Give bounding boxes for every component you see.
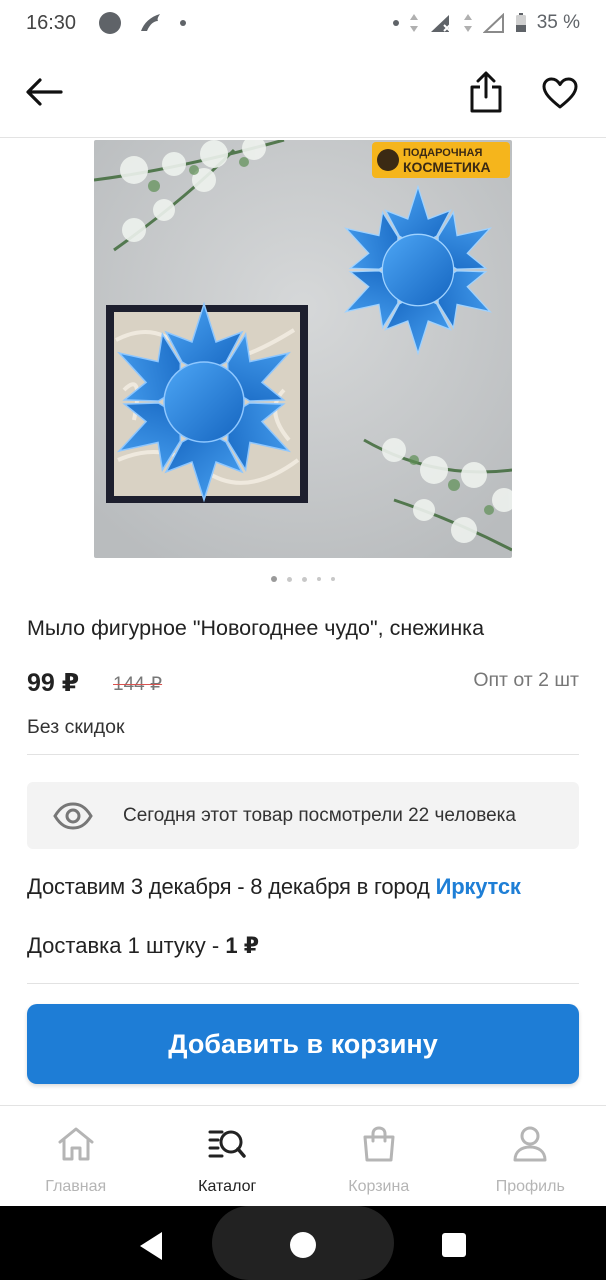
delivery-dates-text: Доставим 3 декабря - 8 декабря в город (27, 874, 436, 899)
nav-label-profile: Профиль (495, 1178, 565, 1195)
price-row: 99 ₽ 144 ₽ Опт от 2 шт (27, 668, 579, 700)
nav-item-catalog[interactable]: Каталог (152, 1106, 304, 1206)
add-to-cart-button[interactable]: Добавить в корзину (27, 1004, 579, 1084)
data-arrows-icon-2 (463, 14, 472, 32)
carousel-dot (331, 577, 335, 581)
system-home-icon[interactable] (290, 1232, 316, 1258)
eye-icon (53, 796, 93, 836)
image-carousel-indicator (0, 576, 606, 582)
views-text: Сегодня этот товар посмотрели 22 человек… (123, 804, 516, 826)
share-button[interactable] (462, 68, 510, 116)
nav-label-home: Главная (45, 1178, 107, 1195)
delivery-cost-label: Доставка 1 штуку - (27, 933, 226, 958)
views-info-box: Сегодня этот товар посмотрели 22 человек… (27, 782, 579, 849)
user-icon (510, 1124, 550, 1164)
home-icon (56, 1124, 96, 1164)
system-recents-icon[interactable] (442, 1233, 466, 1257)
delivery-cost-value: 1 ₽ (225, 933, 259, 958)
nav-label-catalog: Каталог (198, 1178, 257, 1195)
status-time: 16:30 (26, 11, 77, 34)
dolphin-app-icon (141, 14, 161, 31)
status-dot-icon (392, 20, 399, 26)
product-title: Мыло фигурное "Новогоднее чудо", снежинк… (27, 616, 485, 640)
notification-circle-icon (99, 12, 122, 34)
signal-empty-icon (482, 13, 504, 33)
system-back-icon[interactable] (134, 1228, 170, 1264)
share-icon (470, 71, 502, 113)
current-price: 99 ₽ (27, 669, 80, 697)
nav-item-home[interactable]: Главная (0, 1106, 152, 1206)
divider (27, 754, 579, 755)
delivery-cost: Доставка 1 штуку - 1 ₽ (27, 933, 259, 959)
carousel-dot (302, 576, 307, 582)
shopping-bag-icon (359, 1124, 399, 1164)
carousel-dot (317, 577, 321, 581)
carousel-dot (271, 576, 277, 582)
status-bar: 16:30 35 % (0, 0, 606, 46)
battery-icon (515, 13, 526, 32)
back-button[interactable] (22, 72, 66, 112)
badge-line1: ПОДАРОЧНАЯ (403, 147, 482, 159)
carousel-dot (287, 576, 292, 582)
product-image[interactable]: ПОДАРОЧНАЯ КОСМЕТИКА (94, 140, 512, 558)
data-arrows-icon (409, 14, 418, 32)
app-bar (0, 46, 606, 138)
wholesale-note: Опт от 2 шт (473, 669, 579, 691)
brand-badge: ПОДАРОЧНАЯ КОСМЕТИКА (372, 142, 510, 178)
catalog-search-icon (207, 1124, 247, 1164)
arrow-left-icon (26, 78, 63, 106)
nav-label-cart: Корзина (348, 1178, 410, 1195)
favorite-button[interactable] (536, 70, 584, 116)
divider (27, 983, 579, 984)
product-photo: ПОДАРОЧНАЯ КОСМЕТИКА (94, 140, 512, 558)
nav-item-cart[interactable]: Корзина (303, 1106, 455, 1206)
badge-line2: КОСМЕТИКА (403, 159, 491, 175)
system-status-icons: 35 % (392, 12, 580, 34)
signal-icon (430, 15, 451, 32)
old-price: 144 ₽ (113, 674, 163, 695)
bottom-navigation: Главная Каталог Корзина Профиль (0, 1105, 606, 1206)
delivery-dates: Доставим 3 декабря - 8 декабря в город И… (27, 874, 521, 900)
more-notifications-icon (180, 20, 187, 26)
heart-icon (542, 77, 578, 109)
nav-item-profile[interactable]: Профиль (455, 1106, 606, 1206)
notification-icons (98, 11, 187, 35)
discount-note: Без скидок (27, 716, 125, 738)
battery-percent: 35 % (536, 12, 580, 33)
city-link[interactable]: Иркутск (436, 874, 521, 899)
system-navigation-bar (0, 1206, 606, 1280)
